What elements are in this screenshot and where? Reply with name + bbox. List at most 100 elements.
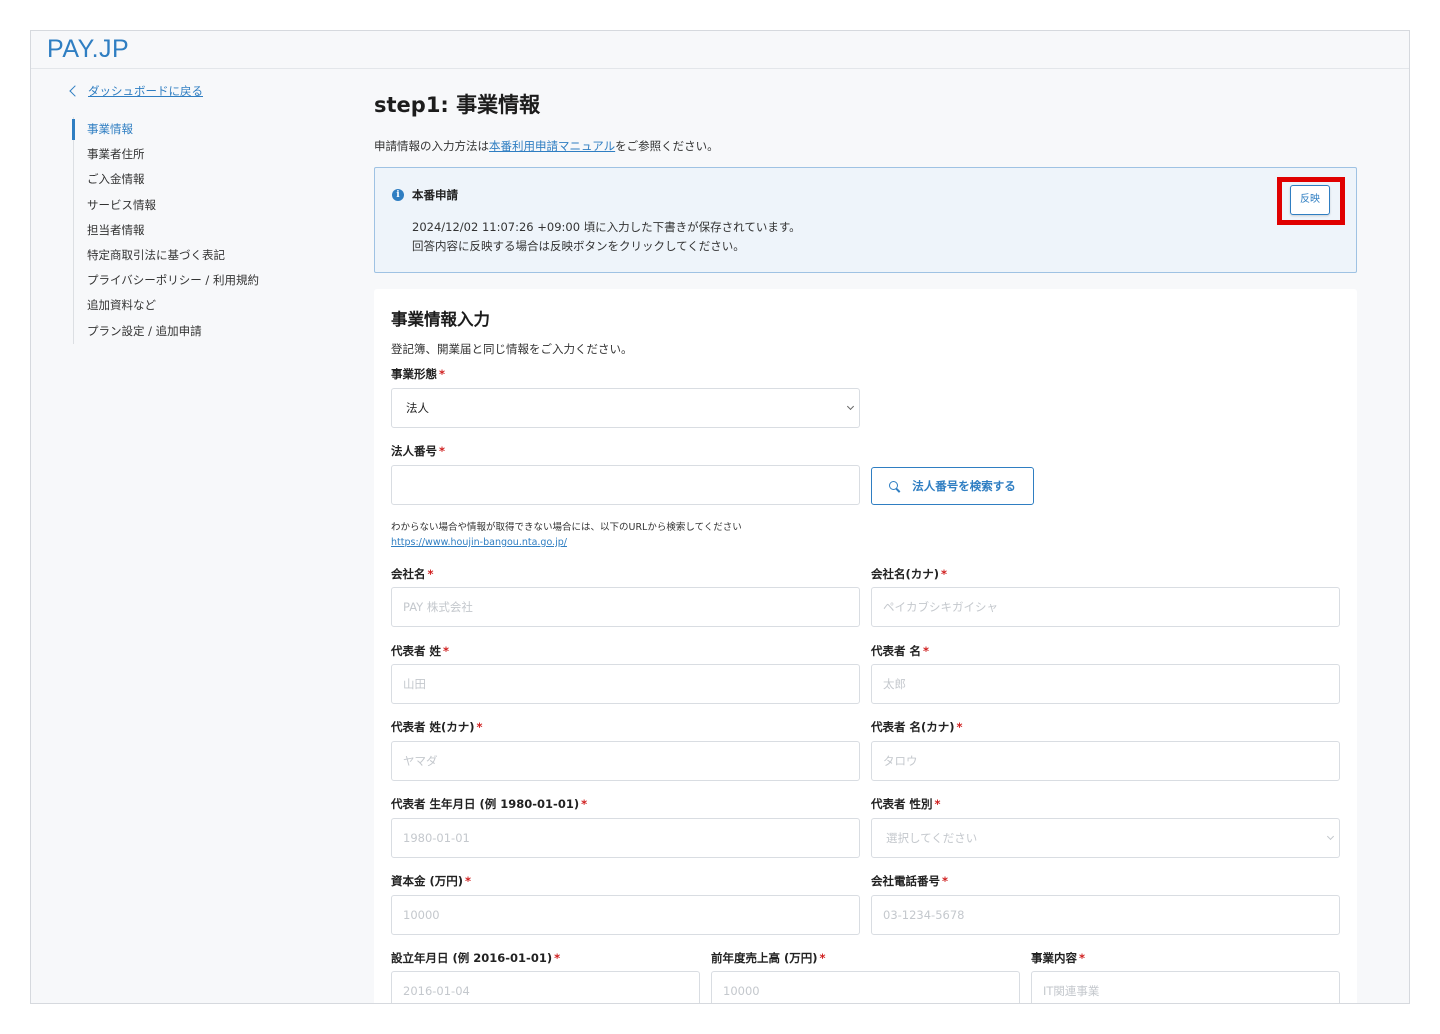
sidebar-item-plan-settings[interactable]: プラン設定 / 追加申請 — [74, 319, 313, 344]
reflect-button[interactable]: 反映 — [1290, 185, 1330, 215]
company-name-input[interactable]: PAY 株式会社 — [391, 587, 860, 627]
rep-birthdate-label-text: 代表者 生年月日 (例 1980-01-01) — [391, 797, 580, 811]
rep-first-name-kana-label-text: 代表者 名(カナ) — [871, 720, 955, 734]
prev-year-sales-input[interactable]: 10000 — [711, 971, 1020, 1003]
business-type-value: 法人 — [406, 401, 429, 415]
company-phone-input[interactable]: 03-1234-5678 — [871, 895, 1340, 935]
rep-first-name-kana-label: 代表者 名(カナ) * — [871, 719, 963, 735]
intro-text: 申請情報の入力方法は本番利用申請マニュアルをご参照ください。 — [374, 138, 1357, 154]
required-mark: * — [819, 951, 826, 965]
required-mark: * — [554, 951, 561, 965]
business-type-label: 事業形態 * — [391, 366, 445, 382]
main-content: step1: 事業情報 申請情報の入力方法は本番利用申請マニュアルをご参照くださ… — [374, 89, 1357, 1003]
manual-link[interactable]: 本番利用申請マニュアル — [489, 139, 615, 153]
rep-last-name-input[interactable]: 山田 — [391, 664, 860, 704]
company-name-kana-label-text: 会社名(カナ) — [871, 567, 940, 581]
rep-first-name-label-text: 代表者 名 — [871, 644, 922, 658]
required-mark: * — [942, 874, 949, 888]
sidebar-item-commercial-law[interactable]: 特定商取引法に基づく表記 — [74, 243, 313, 268]
sidebar-item-business-address[interactable]: 事業者住所 — [74, 142, 313, 167]
intro-suffix: をご参照ください。 — [615, 139, 719, 153]
business-type-select[interactable]: 法人 — [391, 388, 860, 428]
intro-prefix: 申請情報の入力方法は — [374, 139, 489, 153]
corp-number-input[interactable] — [391, 465, 860, 505]
required-mark: * — [439, 367, 446, 381]
sidebar-item-service-info[interactable]: サービス情報 — [74, 193, 313, 218]
capital-label: 資本金 (万円) * — [391, 873, 471, 889]
business-type-label-text: 事業形態 — [391, 367, 437, 381]
company-name-label: 会社名 * — [391, 566, 434, 582]
sidebar-item-deposit-info[interactable]: ご入金情報 — [74, 167, 313, 192]
corp-number-hint: わからない場合や情報が取得できない場合には、以下のURLから検索してください — [391, 522, 742, 533]
rep-last-name-kana-input[interactable]: ヤマダ — [391, 741, 860, 781]
rep-first-name-kana-input[interactable]: タロウ — [871, 741, 1340, 781]
back-link-label[interactable]: ダッシュボードに戻る — [88, 83, 203, 99]
sidebar-item-privacy-terms[interactable]: プライバシーポリシー / 利用規約 — [74, 268, 313, 293]
founded-date-label: 設立年月日 (例 2016-01-01) * — [391, 950, 560, 966]
business-content-input[interactable]: IT関連事業 — [1031, 971, 1340, 1003]
company-phone-label-text: 会社電話番号 — [871, 874, 940, 888]
required-mark: * — [465, 874, 472, 888]
chevron-left-icon — [69, 85, 81, 97]
sidebar-item-additional-docs[interactable]: 追加資料など — [74, 293, 313, 318]
founded-date-label-text: 設立年月日 (例 2016-01-01) — [391, 951, 553, 965]
top-bar: PAY.JP — [31, 31, 1409, 69]
founded-date-input[interactable]: 2016-01-04 — [391, 971, 700, 1003]
rep-last-name-kana-label: 代表者 姓(カナ) * — [391, 719, 483, 735]
rep-birthdate-label: 代表者 生年月日 (例 1980-01-01) * — [391, 796, 587, 812]
info-icon: i — [392, 189, 404, 201]
required-mark: * — [443, 644, 450, 658]
search-button-label: 法人番号を検索する — [912, 479, 1016, 493]
section-title: 事業情報入力 — [391, 310, 490, 329]
payjp-logo[interactable]: PAY.JP — [47, 35, 129, 64]
capital-input[interactable]: 10000 — [391, 895, 860, 935]
section-description: 登記簿、開業届と同じ情報をご入力ください。 — [391, 342, 633, 356]
draft-notice: i 本番申請 2024/12/02 11:07:26 +09:00 頃に入力した… — [374, 167, 1357, 273]
notice-message-line1: 2024/12/02 11:07:26 +09:00 頃に入力した下書きが保存さ… — [412, 220, 801, 234]
prev-year-sales-label-text: 前年度売上高 (万円) — [711, 951, 818, 965]
sidebar-item-business-info[interactable]: 事業情報 — [72, 117, 313, 142]
rep-birthdate-input[interactable]: 1980-01-01 — [391, 818, 860, 858]
rep-gender-label-text: 代表者 性別 — [871, 797, 933, 811]
required-mark: * — [934, 797, 941, 811]
company-name-kana-input[interactable]: ペイカブシキガイシャ — [871, 587, 1340, 627]
required-mark: * — [439, 444, 446, 458]
company-phone-label: 会社電話番号 * — [871, 873, 948, 889]
rep-first-name-input[interactable]: 太郎 — [871, 664, 1340, 704]
company-name-kana-label: 会社名(カナ) * — [871, 566, 947, 582]
business-content-label-text: 事業内容 — [1031, 951, 1077, 965]
required-mark: * — [1079, 951, 1086, 965]
required-mark: * — [581, 797, 588, 811]
chevron-down-icon — [1326, 832, 1335, 841]
rep-last-name-kana-label-text: 代表者 姓(カナ) — [391, 720, 475, 734]
rep-gender-label: 代表者 性別 * — [871, 796, 941, 812]
search-corp-number-button[interactable]: 法人番号を検索する — [871, 467, 1034, 505]
required-mark: * — [956, 720, 963, 734]
company-name-label-text: 会社名 — [391, 567, 426, 581]
required-mark: * — [923, 644, 930, 658]
sidebar-nav: 事業情報 事業者住所 ご入金情報 サービス情報 担当者情報 特定商取引法に基づく… — [72, 117, 313, 344]
houjin-bangou-link[interactable]: https://www.houjin-bangou.nta.go.jp/ — [391, 537, 567, 548]
business-content-label: 事業内容 * — [1031, 950, 1085, 966]
notice-message-line2: 回答内容に反映する場合は反映ボタンをクリックしてください。 — [412, 239, 745, 253]
required-mark: * — [941, 567, 948, 581]
capital-label-text: 資本金 (万円) — [391, 874, 464, 888]
app-frame: PAY.JP ダッシュボードに戻る 事業情報 事業者住所 ご入金情報 サービス情… — [30, 30, 1410, 1004]
notice-title: 本番申請 — [412, 188, 458, 202]
required-mark: * — [427, 567, 434, 581]
chevron-down-icon — [846, 402, 855, 411]
corp-number-label-text: 法人番号 — [391, 444, 437, 458]
back-to-dashboard-link[interactable]: ダッシュボードに戻る — [69, 83, 203, 99]
page-title: step1: 事業情報 — [374, 93, 541, 117]
rep-gender-placeholder: 選択してください — [886, 831, 978, 845]
rep-last-name-label-text: 代表者 姓 — [391, 644, 442, 658]
rep-last-name-label: 代表者 姓 * — [391, 643, 449, 659]
corp-number-label: 法人番号 * — [391, 443, 445, 459]
required-mark: * — [476, 720, 483, 734]
search-icon — [889, 480, 900, 492]
business-info-form: 事業情報入力 登記簿、開業届と同じ情報をご入力ください。 事業形態 * 法人 法人… — [374, 289, 1357, 1003]
prev-year-sales-label: 前年度売上高 (万円) * — [711, 950, 826, 966]
sidebar-item-contact-person[interactable]: 担当者情報 — [74, 218, 313, 243]
rep-gender-select[interactable]: 選択してください — [871, 818, 1340, 858]
rep-first-name-label: 代表者 名 * — [871, 643, 929, 659]
